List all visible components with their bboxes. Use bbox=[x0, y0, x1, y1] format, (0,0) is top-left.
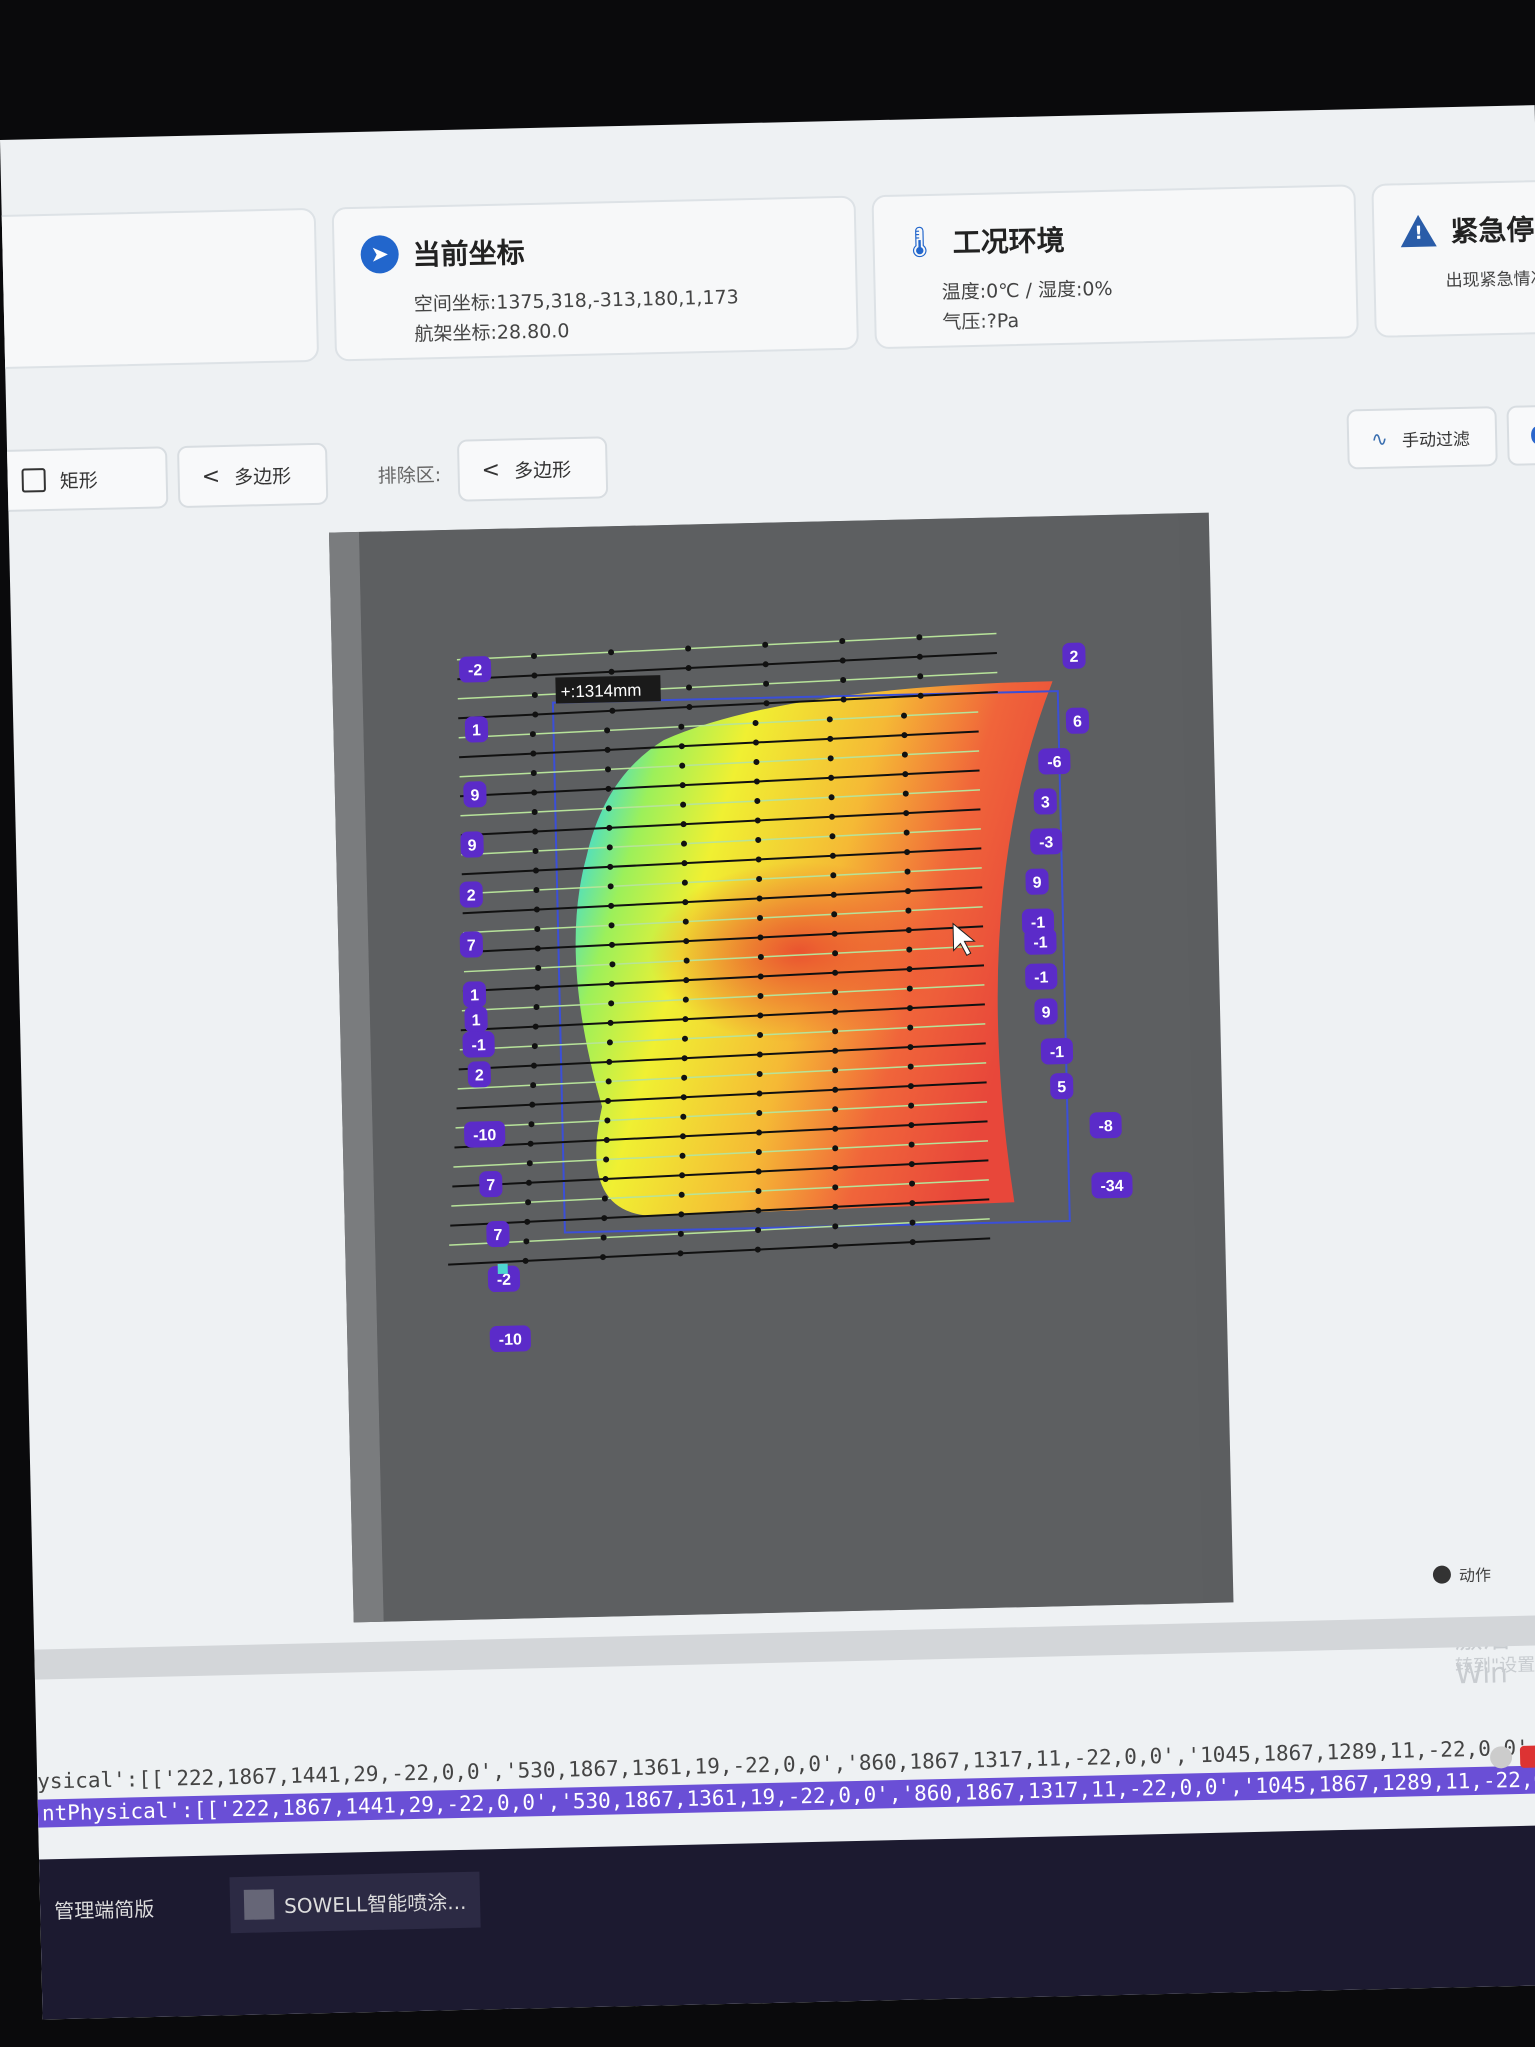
status-card-left bbox=[0, 207, 320, 370]
offset-badge-label: 2 bbox=[475, 1067, 484, 1084]
coordinate-card: ➤ 当前坐标 空间坐标:1375,318,-313,180,1,173 航架坐标… bbox=[331, 195, 859, 362]
offset-badge-label: 3 bbox=[1041, 794, 1050, 811]
pressure: 气压:?Pa bbox=[942, 309, 1020, 334]
gear-icon bbox=[1432, 1565, 1452, 1584]
offset-badge-label: 2 bbox=[1069, 649, 1078, 666]
offset-badge-label: -1 bbox=[1050, 1044, 1065, 1061]
offset-badge-label: 1 bbox=[470, 987, 479, 1004]
app-screen: ➤ 当前坐标 空间坐标:1375,318,-313,180,1,173 航架坐标… bbox=[0, 105, 1535, 2020]
offset-badge-label: -34 bbox=[1100, 1178, 1124, 1196]
offset-badge-label: -1 bbox=[1034, 969, 1049, 986]
taskbar-item-admin[interactable]: 管理端简版 bbox=[40, 1879, 169, 1938]
taskbar-item-label: 管理端简版 bbox=[53, 1896, 155, 1923]
point-cloud-viewer[interactable]: -2 1 9 9 2 7 1 1 -1 2 -10 7 7 -2 -10 2 6 -6 3 -3 9 -1 -1 -1 9 -1… bbox=[328, 512, 1234, 1623]
offset-badge-label: -2 bbox=[468, 662, 483, 679]
app-icon[interactable] bbox=[1519, 1745, 1535, 1768]
rectangle-label: 矩形 bbox=[59, 469, 99, 493]
coordinate-title: 当前坐标 bbox=[412, 236, 526, 272]
temperature-humidity: 温度:0℃ / 湿度:0% bbox=[941, 277, 1113, 304]
compass-icon: ➤ bbox=[360, 234, 400, 274]
offset-badge-label: 6 bbox=[1073, 714, 1082, 731]
exclude-polygon-label: 多边形 bbox=[513, 458, 572, 482]
offset-badge-label: 9 bbox=[1032, 875, 1041, 892]
offset-badge-label: -1 bbox=[1033, 934, 1048, 951]
app-icon[interactable] bbox=[1489, 1746, 1513, 1769]
circle-icon bbox=[1530, 426, 1535, 445]
warning-icon: ! bbox=[1400, 214, 1437, 248]
space-coordinate: 空间坐标:1375,318,-313,180,1,173 bbox=[413, 286, 739, 316]
offset-badge-label: -3 bbox=[1039, 834, 1054, 851]
emergency-stop-card[interactable]: ! 紧急停止 出现紧急情况时 bbox=[1371, 177, 1535, 338]
offset-badge-label: -8 bbox=[1098, 1118, 1113, 1135]
manual-filter-button[interactable]: ∿ 手动过滤 bbox=[1346, 406, 1498, 470]
offset-badge-label: -1 bbox=[471, 1037, 486, 1054]
heatmap-canvas[interactable]: -21992711-12-1077-2-10 26-63-39-1-1-19-1… bbox=[358, 513, 1204, 1622]
manual-filter-label: 手动过滤 bbox=[1401, 429, 1471, 451]
polygon-label: 多边形 bbox=[233, 464, 292, 489]
thermometer-icon: 🌡 bbox=[900, 224, 940, 261]
taskbar: 管理端简版 SOWELL智能喷涂... bbox=[39, 1824, 1535, 2020]
share-icon: < bbox=[481, 457, 501, 483]
system-tray bbox=[1489, 1745, 1535, 1769]
exclude-zone-label: 排除区: bbox=[377, 464, 442, 488]
offset-badge-label: -2 bbox=[497, 1272, 512, 1289]
offset-badge-label: -6 bbox=[1047, 754, 1062, 771]
app-logo-icon bbox=[243, 1889, 275, 1920]
exclude-polygon-button[interactable]: < 多边形 bbox=[456, 436, 609, 502]
environment-card: 🌡 工况环境 温度:0℃ / 湿度:0% 气压:?Pa bbox=[871, 184, 1359, 350]
anchor-point[interactable] bbox=[497, 1263, 508, 1274]
offset-badge-label: 2 bbox=[467, 887, 476, 904]
offset-badge-label: 7 bbox=[486, 1177, 495, 1194]
offset-badge-label: 9 bbox=[1041, 1004, 1050, 1021]
offset-badge-label: 1 bbox=[471, 1012, 480, 1029]
offset-badge-label: 9 bbox=[467, 837, 476, 854]
share-icon: < bbox=[201, 463, 221, 490]
emergency-title: 紧急停止 bbox=[1450, 212, 1535, 249]
toolbar-more-button[interactable] bbox=[1506, 404, 1535, 466]
measure-label: +:1314mm bbox=[560, 681, 641, 702]
offset-badge-label: 7 bbox=[493, 1227, 502, 1244]
action-status[interactable]: 动作 bbox=[1432, 1562, 1492, 1587]
rectangle-button[interactable]: 矩形 bbox=[0, 446, 169, 513]
environment-title: 工况环境 bbox=[952, 223, 1066, 260]
offset-badge-label: 7 bbox=[467, 937, 476, 954]
emergency-hint: 出现紧急情况时 bbox=[1445, 268, 1535, 292]
offset-badge-label: -10 bbox=[499, 1331, 523, 1349]
pulse-icon: ∿ bbox=[1370, 426, 1389, 451]
square-icon bbox=[21, 468, 46, 493]
offset-badge-label: 1 bbox=[472, 722, 481, 739]
offset-badge-label: 5 bbox=[1057, 1079, 1066, 1096]
horizontal-scrollbar[interactable] bbox=[34, 1614, 1535, 1680]
taskbar-item-sowell[interactable]: SOWELL智能喷涂... bbox=[229, 1871, 481, 1934]
activation-watermark-hint: 转到"设置" bbox=[1454, 1654, 1535, 1678]
action-label: 动作 bbox=[1458, 1565, 1492, 1586]
offset-badge-label: 9 bbox=[470, 787, 479, 804]
polygon-button[interactable]: < 多边形 bbox=[176, 442, 329, 509]
taskbar-item-label: SOWELL智能喷涂... bbox=[283, 1889, 467, 1918]
offset-badge-label: -10 bbox=[473, 1127, 497, 1145]
gantry-coordinate: 航架坐标:28.80.0 bbox=[414, 320, 570, 346]
